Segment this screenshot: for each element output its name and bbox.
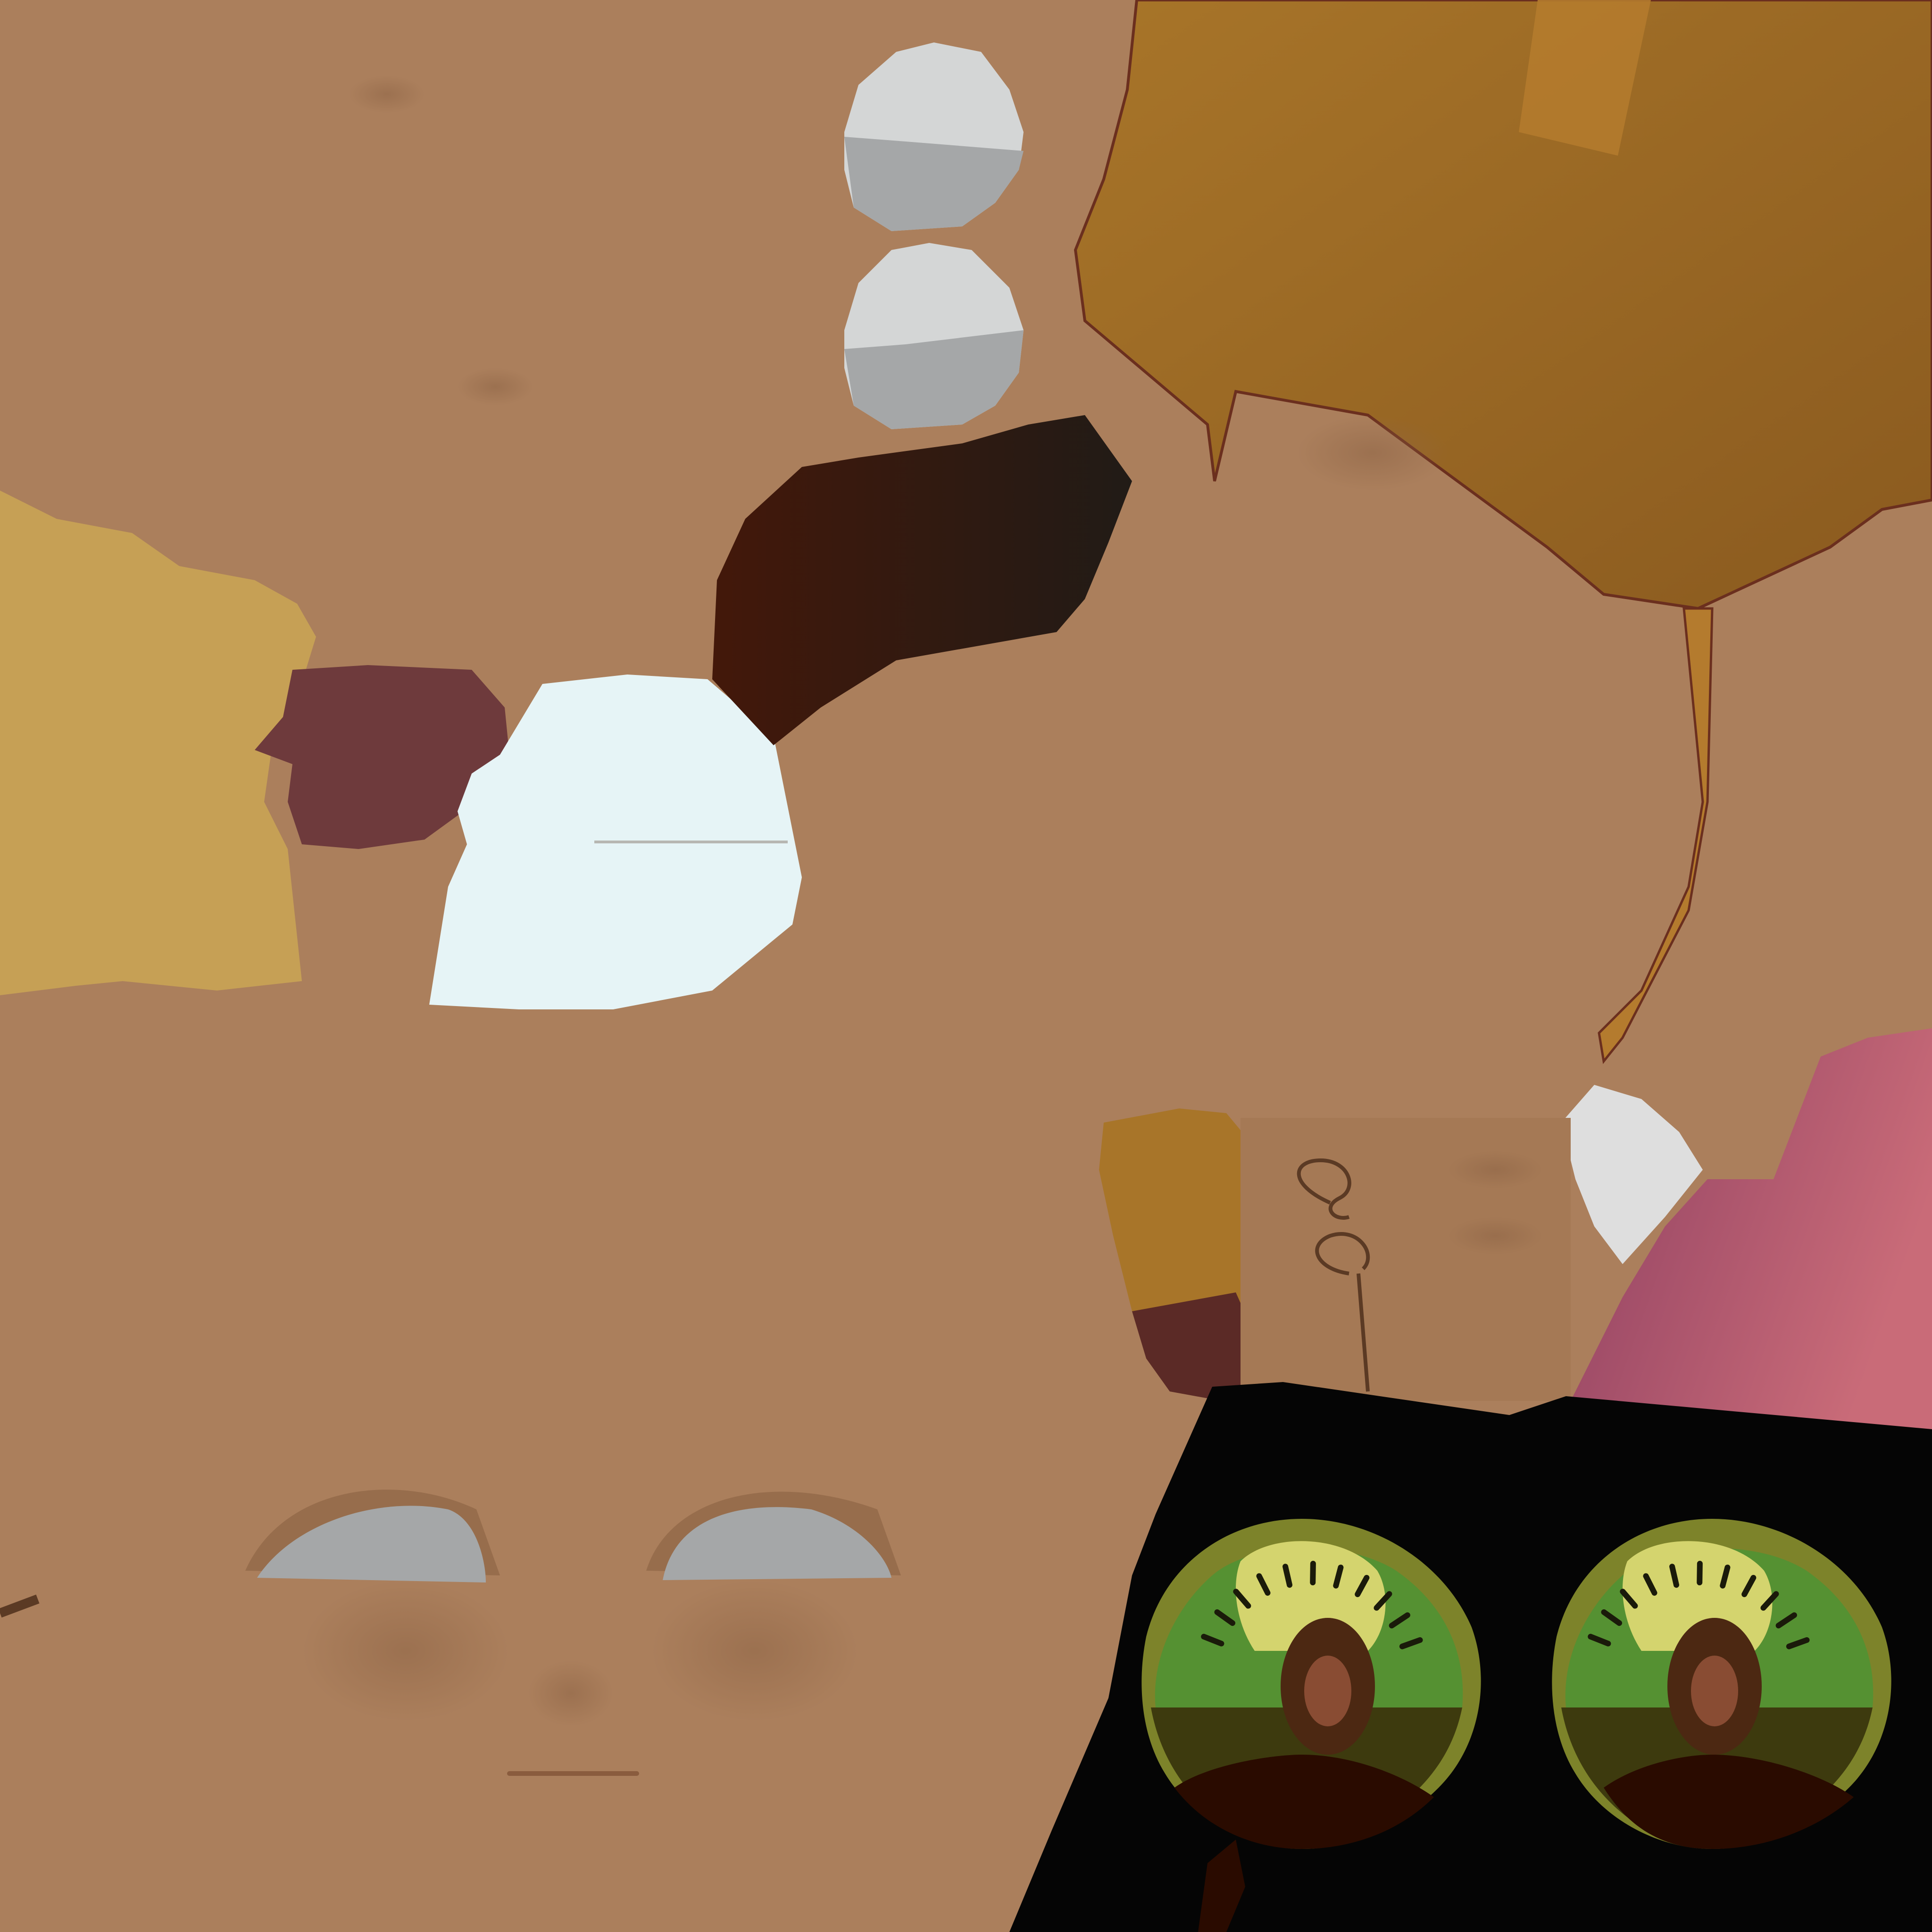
cheek-shade-left	[302, 1580, 509, 1722]
nostril-shade-mid	[458, 368, 533, 406]
nose-shade	[528, 1660, 613, 1726]
uv-texture-atlas	[0, 0, 1932, 1932]
ear-shade-a	[1448, 1151, 1542, 1189]
pupil-left-center	[1304, 1656, 1351, 1726]
iris-right-tick	[1697, 1561, 1703, 1586]
pupil-right-center	[1691, 1656, 1738, 1726]
brow-ridge-shade	[1297, 415, 1448, 491]
cheek-shade-right	[651, 1580, 858, 1722]
ear-shade-b	[1448, 1217, 1542, 1255]
nostril-shade-top	[349, 75, 425, 113]
